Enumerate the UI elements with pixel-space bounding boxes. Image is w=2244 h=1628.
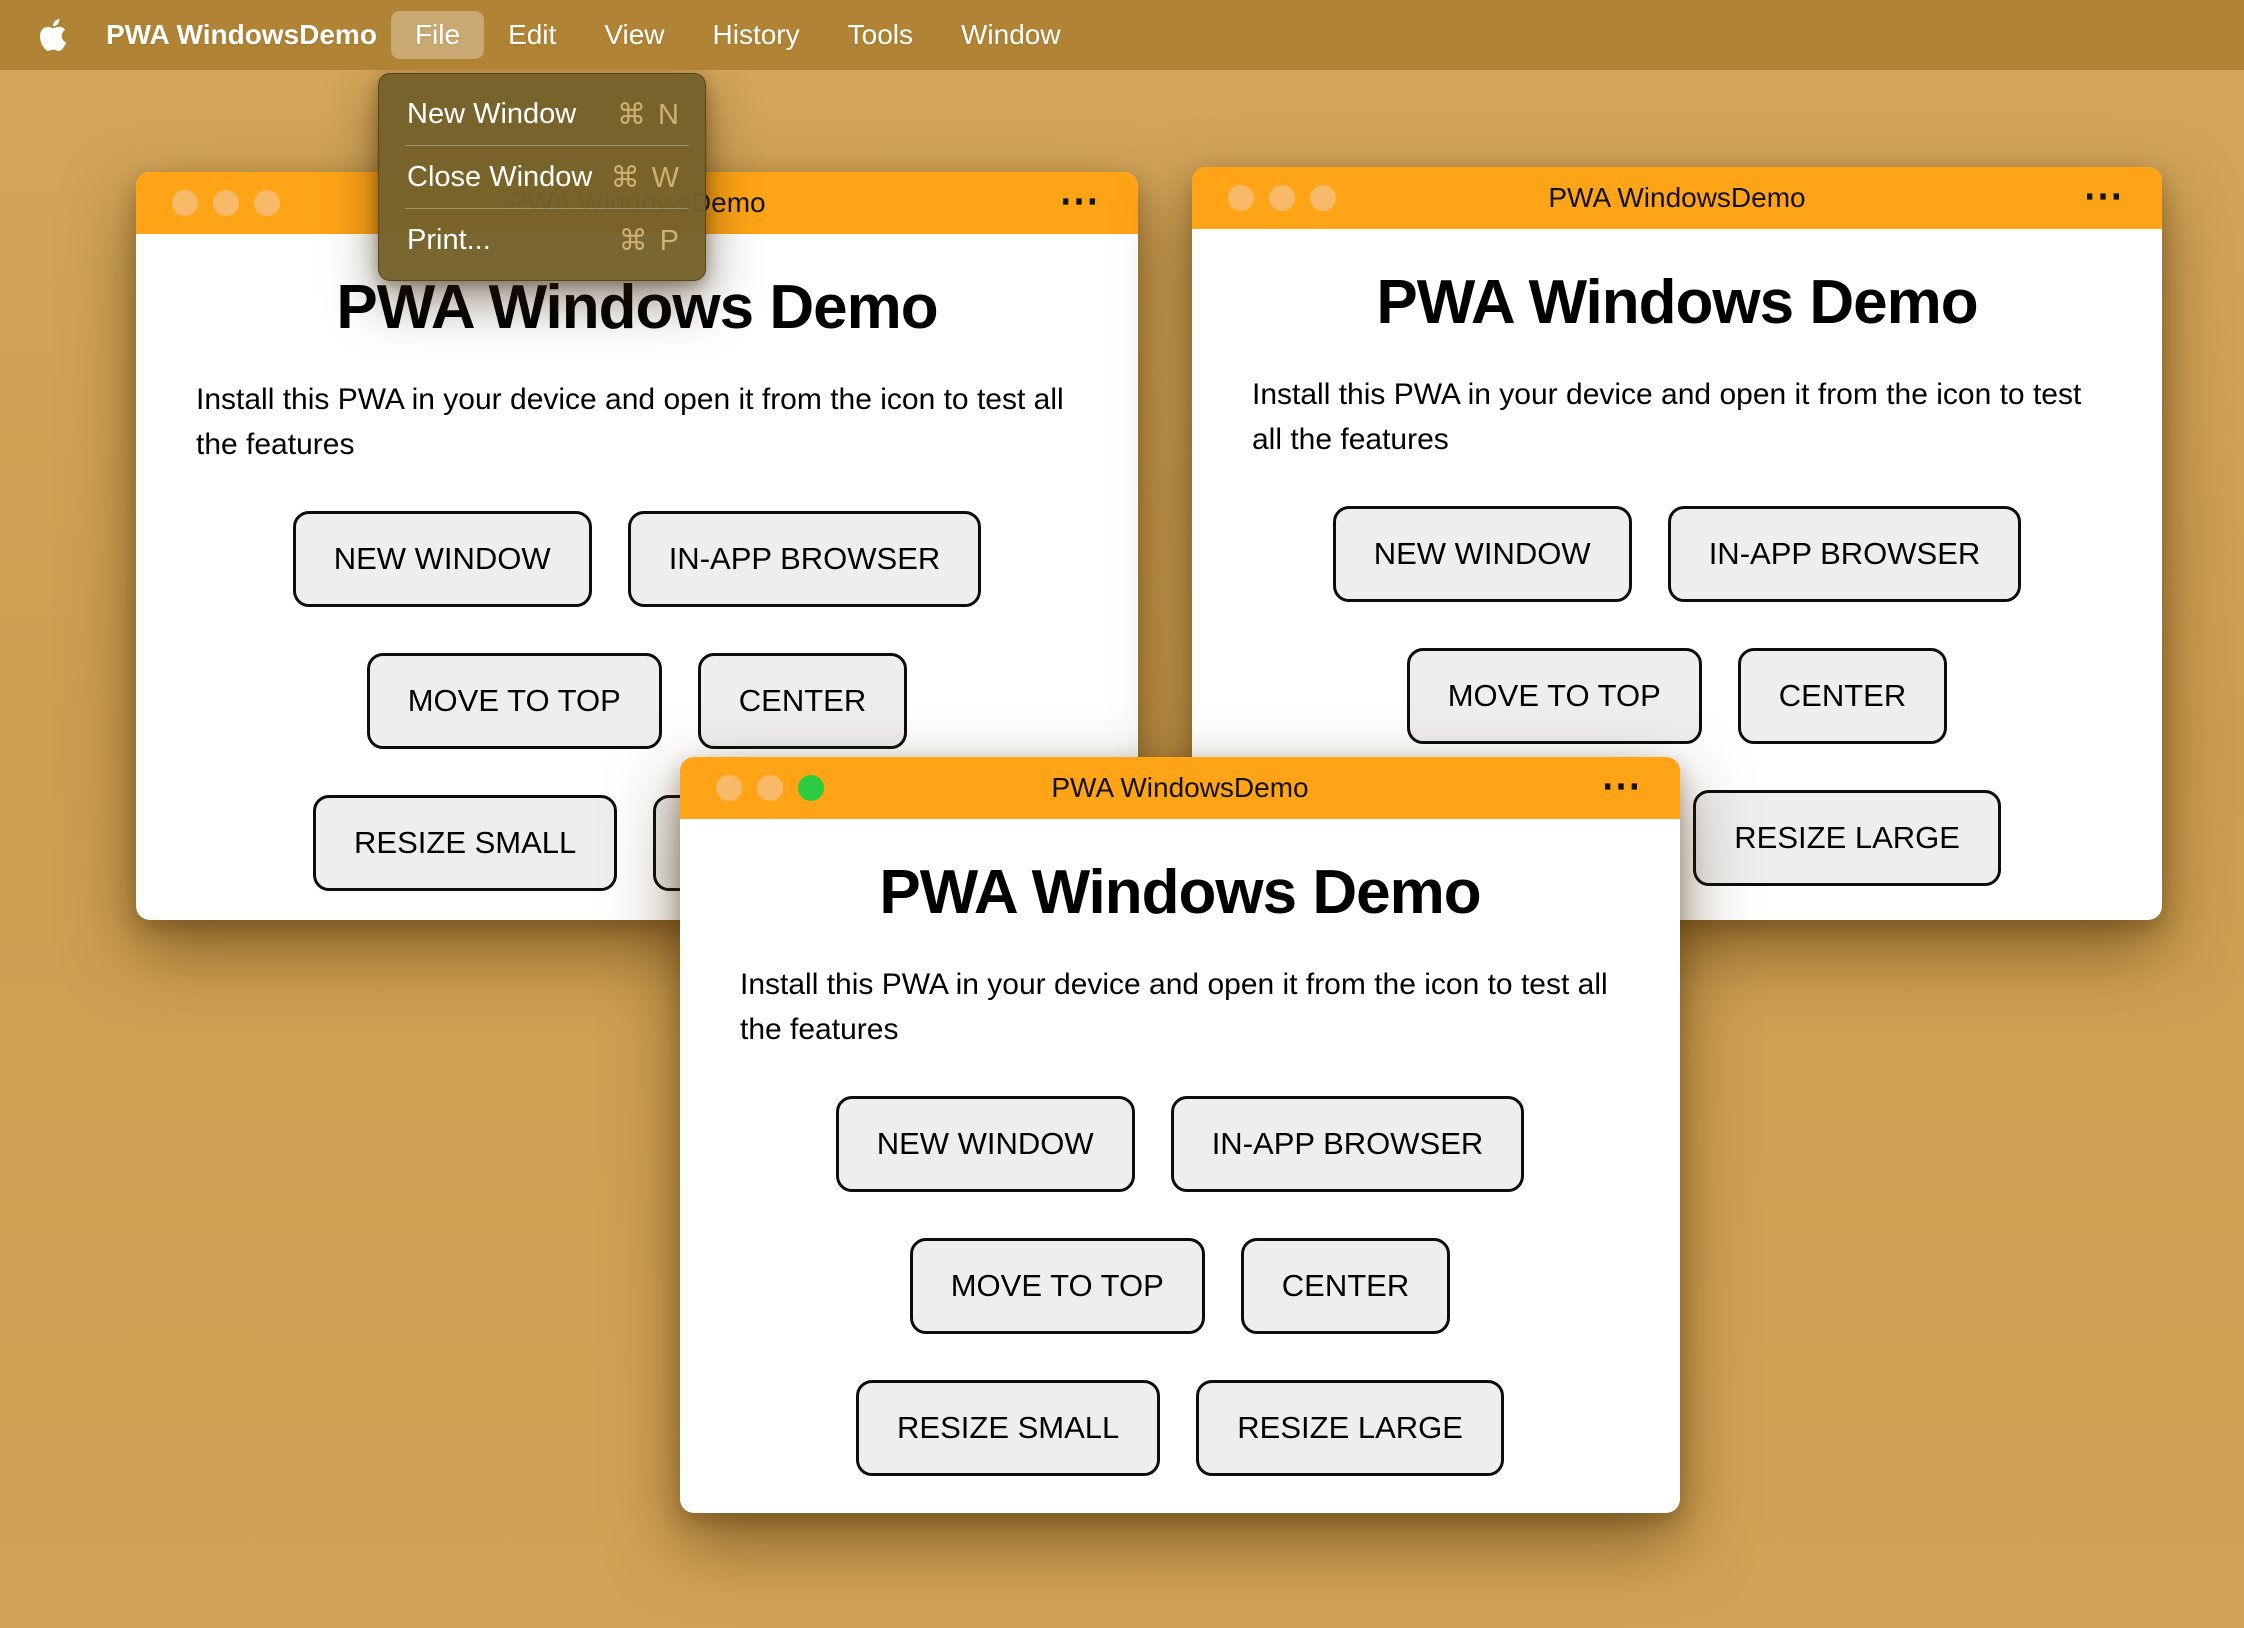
new-window-button[interactable]: NEW WINDOW xyxy=(292,511,592,607)
menu-item-new-window[interactable]: New Window ⌘ N xyxy=(379,84,705,144)
menu-item-edit[interactable]: Edit xyxy=(484,11,580,59)
menu-item-print[interactable]: Print... ⌘ P xyxy=(379,210,705,270)
menu-separator xyxy=(405,145,689,146)
button-row: MOVE TO TOP CENTER xyxy=(680,1238,1680,1334)
traffic-lights xyxy=(716,757,824,819)
center-button[interactable]: CENTER xyxy=(1240,1238,1451,1334)
center-button[interactable]: CENTER xyxy=(697,653,908,749)
menu-item-view[interactable]: View xyxy=(580,11,688,59)
button-row: NEW WINDOW IN-APP BROWSER xyxy=(680,1096,1680,1192)
button-row: MOVE TO TOP CENTER xyxy=(136,653,1138,749)
button-row: RESIZE SMALL RESIZE LARGE xyxy=(680,1380,1680,1476)
center-button[interactable]: CENTER xyxy=(1737,648,1948,744)
menu-item-label: Close Window xyxy=(407,160,593,193)
more-options-icon[interactable]: ⋯ xyxy=(1601,763,1642,809)
resize-small-button[interactable]: RESIZE SMALL xyxy=(856,1380,1161,1476)
menu-item-shortcut: ⌘ N xyxy=(617,98,681,131)
file-menu: New Window ⌘ N Close Window ⌘ W Print...… xyxy=(378,73,706,281)
window-content: PWA Windows Demo Install this PWA in you… xyxy=(680,857,1680,1476)
close-button[interactable] xyxy=(716,775,742,801)
page-title: PWA Windows Demo xyxy=(879,858,1481,927)
resize-large-button[interactable]: RESIZE LARGE xyxy=(1693,790,2001,886)
menu-item-shortcut: ⌘ W xyxy=(610,161,681,194)
zoom-button[interactable] xyxy=(798,775,824,801)
minimize-button[interactable] xyxy=(1269,185,1295,211)
close-button[interactable] xyxy=(172,190,198,216)
zoom-button[interactable] xyxy=(254,190,280,216)
traffic-lights xyxy=(1228,167,1336,229)
more-options-icon[interactable]: ⋯ xyxy=(2083,173,2124,219)
minimize-button[interactable] xyxy=(213,190,239,216)
menubar-app-name: PWA WindowsDemo xyxy=(106,19,377,50)
move-to-top-button[interactable]: MOVE TO TOP xyxy=(909,1238,1205,1334)
window-titlebar[interactable]: PWA WindowsDemo ⋯ xyxy=(680,757,1680,819)
menu-item-shortcut: ⌘ P xyxy=(618,224,681,257)
menu-bar: PWA WindowsDemo File Edit View History T… xyxy=(0,0,2244,70)
move-to-top-button[interactable]: MOVE TO TOP xyxy=(366,653,662,749)
traffic-lights xyxy=(172,172,280,234)
new-window-button[interactable]: NEW WINDOW xyxy=(835,1096,1135,1192)
button-row: MOVE TO TOP CENTER xyxy=(1192,648,2162,744)
in-app-browser-button[interactable]: IN-APP BROWSER xyxy=(627,511,982,607)
zoom-button[interactable] xyxy=(1310,185,1336,211)
button-rows: NEW WINDOW IN-APP BROWSER MOVE TO TOP CE… xyxy=(680,1096,1680,1476)
menu-item-file[interactable]: File xyxy=(390,11,485,59)
menu-item-label: Print... xyxy=(407,223,491,256)
page-title: PWA Windows Demo xyxy=(1376,268,1978,337)
minimize-button[interactable] xyxy=(757,775,783,801)
menu-item-window[interactable]: Window xyxy=(937,11,1085,59)
button-row: NEW WINDOW IN-APP BROWSER xyxy=(1192,506,2162,602)
window-title: PWA WindowsDemo xyxy=(1051,772,1309,803)
page-title: PWA Windows Demo xyxy=(336,273,938,342)
resize-small-button[interactable]: RESIZE SMALL xyxy=(313,795,618,891)
apple-icon[interactable] xyxy=(40,19,66,51)
in-app-browser-button[interactable]: IN-APP BROWSER xyxy=(1667,506,2022,602)
more-options-icon[interactable]: ⋯ xyxy=(1059,178,1100,224)
in-app-browser-button[interactable]: IN-APP BROWSER xyxy=(1170,1096,1525,1192)
description-text: Install this PWA in your device and open… xyxy=(1252,378,2082,456)
resize-large-button[interactable]: RESIZE LARGE xyxy=(1196,1380,1504,1476)
new-window-button[interactable]: NEW WINDOW xyxy=(1332,506,1632,602)
window-titlebar[interactable]: PWA WindowsDemo ⋯ xyxy=(1192,167,2162,229)
move-to-top-button[interactable]: MOVE TO TOP xyxy=(1406,648,1702,744)
button-row: NEW WINDOW IN-APP BROWSER xyxy=(136,511,1138,607)
menu-item-close-window[interactable]: Close Window ⌘ W xyxy=(379,147,705,207)
menu-separator xyxy=(405,208,689,209)
window-title: PWA WindowsDemo xyxy=(1548,182,1806,213)
window-foreground: PWA WindowsDemo ⋯ PWA Windows Demo Insta… xyxy=(680,757,1680,1513)
menu-item-history[interactable]: History xyxy=(689,11,824,59)
desktop: PWA WindowsDemo File Edit View History T… xyxy=(0,0,2244,1628)
menu-item-label: New Window xyxy=(407,97,577,130)
menu-item-tools[interactable]: Tools xyxy=(824,11,937,59)
close-button[interactable] xyxy=(1228,185,1254,211)
description-text: Install this PWA in your device and open… xyxy=(196,383,1064,461)
description-text: Install this PWA in your device and open… xyxy=(740,968,1608,1046)
